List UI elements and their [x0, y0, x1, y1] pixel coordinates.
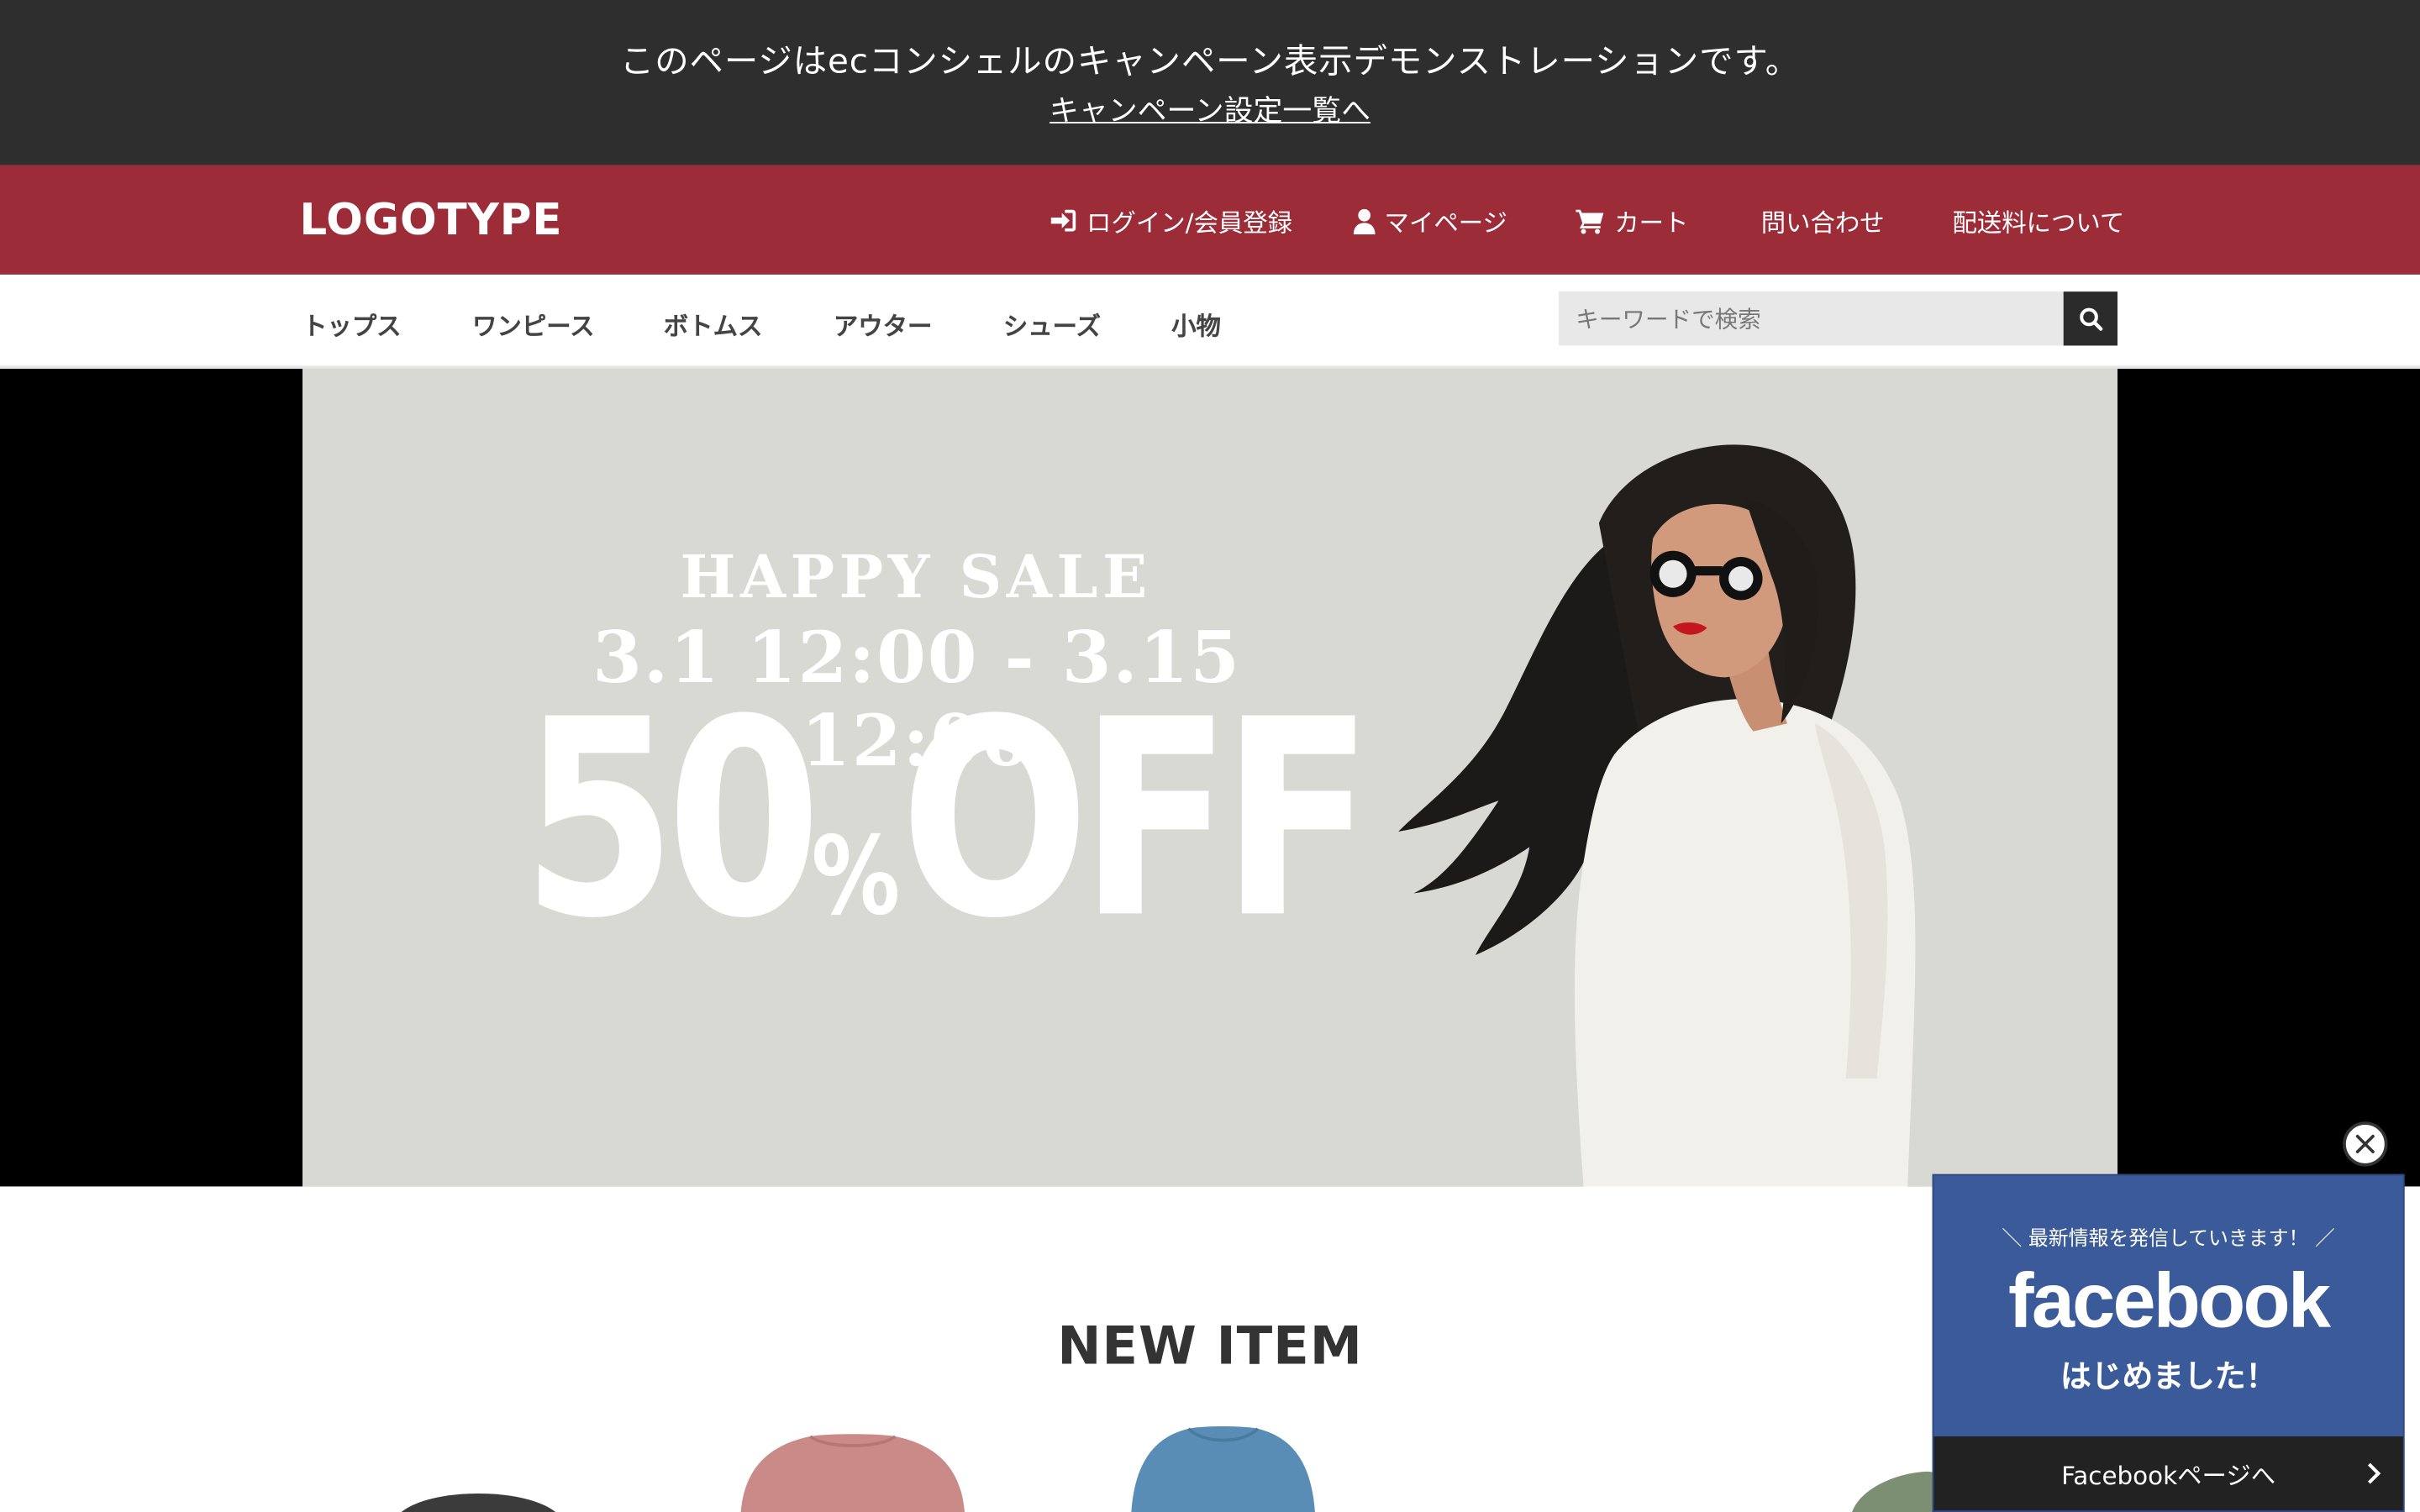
- cart-link[interactable]: カート: [1576, 202, 1688, 239]
- login-register-link[interactable]: ログイン/会員登録: [1050, 202, 1292, 239]
- category-onepiece[interactable]: ワンピース: [472, 306, 594, 343]
- contact-label: 問い合わせ: [1760, 207, 1885, 238]
- sign-in-icon: [1050, 209, 1076, 232]
- banner-happy-sale: HAPPY SALE: [680, 541, 1152, 612]
- category-bottoms[interactable]: ボトムス: [664, 306, 763, 343]
- facebook-popup-started: はじめました！: [2060, 1357, 2277, 1395]
- facebook-page-link-label: Facebookページへ: [2061, 1461, 2276, 1491]
- banner-discount-off: OFF: [900, 661, 1373, 979]
- product-image[interactable]: [1119, 1422, 1328, 1512]
- cart-icon: [1576, 208, 1604, 234]
- facebook-page-link[interactable]: Facebookページへ: [1933, 1436, 2403, 1511]
- search-input[interactable]: [1559, 291, 2064, 346]
- campaign-demo-bar: このページはecコンシェルのキャンペーン表示デモンストレーションです。 キャンペ…: [0, 0, 2420, 165]
- category-shoes[interactable]: シューズ: [1003, 306, 1101, 343]
- banner-discount: 50%OFF: [522, 685, 1374, 1012]
- shipping-info-link[interactable]: 配送料について: [1952, 202, 2124, 239]
- cart-label: カート: [1614, 207, 1689, 238]
- sale-banner[interactable]: HAPPY SALE 3.1 12:00 - 3.15 12:00 50%OFF: [302, 368, 2118, 1187]
- chevron-right-icon: [2367, 1462, 2381, 1484]
- popup-close-button[interactable]: [2343, 1121, 2388, 1167]
- category-accessories[interactable]: 小物: [1171, 306, 1221, 343]
- facebook-popup[interactable]: ＼ 最新情報を発信していきます！ ／ facebook はじめました！ Face…: [1932, 1173, 2405, 1512]
- shipping-info-label: 配送料について: [1952, 207, 2125, 238]
- login-register-label: ログイン/会員登録: [1086, 207, 1293, 238]
- model-photo: [1398, 444, 1916, 1187]
- campaign-list-link[interactable]: キャンペーン設定一覧へ: [0, 88, 2420, 130]
- banner-discount-percent: %: [811, 812, 901, 940]
- site-logo[interactable]: LOGOTYPE: [299, 194, 562, 245]
- user-icon: [1353, 207, 1376, 234]
- category-tops[interactable]: トップス: [302, 306, 402, 343]
- close-icon: [2355, 1134, 2375, 1153]
- category-nav: トップス ワンピース ボトムス アウター シューズ 小物: [0, 274, 2420, 369]
- product-image[interactable]: [725, 1427, 980, 1512]
- hero-section: HAPPY SALE 3.1 12:00 - 3.15 12:00 50%OFF: [0, 368, 2420, 1187]
- category-outer[interactable]: アウター: [834, 306, 933, 343]
- search-icon: [2079, 307, 2102, 330]
- banner-discount-number: 50: [521, 661, 822, 979]
- mypage-link[interactable]: マイページ: [1353, 202, 1507, 239]
- product-image[interactable]: [386, 1481, 571, 1512]
- contact-link[interactable]: 問い合わせ: [1761, 202, 1885, 239]
- facebook-logo: facebook: [2008, 1257, 2331, 1344]
- site-header: LOGOTYPE ログイン/会員登録 マイページ カート 問い合わせ 配送料につ…: [0, 165, 2420, 275]
- mypage-label: マイページ: [1384, 207, 1507, 238]
- campaign-demo-text: このページはecコンシェルのキャンペーン表示デモンストレーションです。: [619, 43, 1801, 82]
- facebook-popup-tagline: ＼ 最新情報を発信していきます！ ／: [2002, 1228, 2335, 1252]
- facebook-popup-tagline-text: 最新情報を発信していきます！: [2028, 1228, 2309, 1252]
- search-button[interactable]: [2063, 291, 2118, 346]
- search-form: [1559, 291, 2118, 346]
